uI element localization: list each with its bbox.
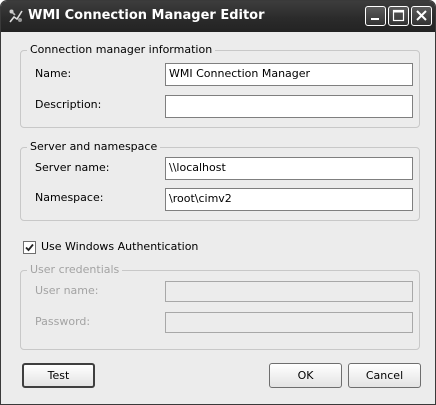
namespace-label: Namespace: — [35, 191, 104, 204]
description-field[interactable] — [165, 95, 413, 118]
ok-button[interactable]: OK — [269, 363, 342, 388]
name-field[interactable]: WMI Connection Manager — [165, 63, 413, 86]
windows-auth-label[interactable]: Use Windows Authentication — [41, 240, 198, 253]
checkmark-icon — [25, 243, 34, 252]
close-icon — [416, 10, 427, 21]
test-button[interactable]: Test — [22, 363, 95, 388]
title-bar[interactable]: WMI Connection Manager Editor — [1, 1, 435, 32]
description-label: Description: — [35, 98, 102, 111]
dialog-window: WMI Connection Manager Editor Connection… — [0, 0, 436, 405]
username-field[interactable] — [165, 281, 413, 302]
server-name-label: Server name: — [35, 161, 110, 174]
user-credentials-group-label: User credentials — [27, 263, 123, 276]
password-label: Password: — [35, 315, 91, 328]
minimize-icon — [371, 18, 379, 20]
server-name-field[interactable]: \\localhost — [165, 157, 413, 180]
namespace-field[interactable]: \root\cimv2 — [165, 188, 413, 211]
name-label: Name: — [35, 67, 72, 80]
maximize-button[interactable] — [388, 6, 409, 26]
windows-auth-checkbox[interactable] — [23, 241, 36, 254]
window-title: WMI Connection Manager Editor — [28, 8, 265, 23]
maximize-icon — [392, 9, 405, 22]
server-namespace-group-label: Server and namespace — [27, 140, 161, 153]
cancel-button[interactable]: Cancel — [348, 363, 421, 388]
minimize-button[interactable] — [365, 6, 386, 26]
password-field[interactable] — [165, 312, 413, 333]
username-label: User name: — [35, 284, 99, 297]
close-button[interactable] — [411, 6, 432, 26]
wmi-connection-icon — [8, 8, 24, 24]
connection-info-group-label: Connection manager information — [27, 43, 216, 56]
